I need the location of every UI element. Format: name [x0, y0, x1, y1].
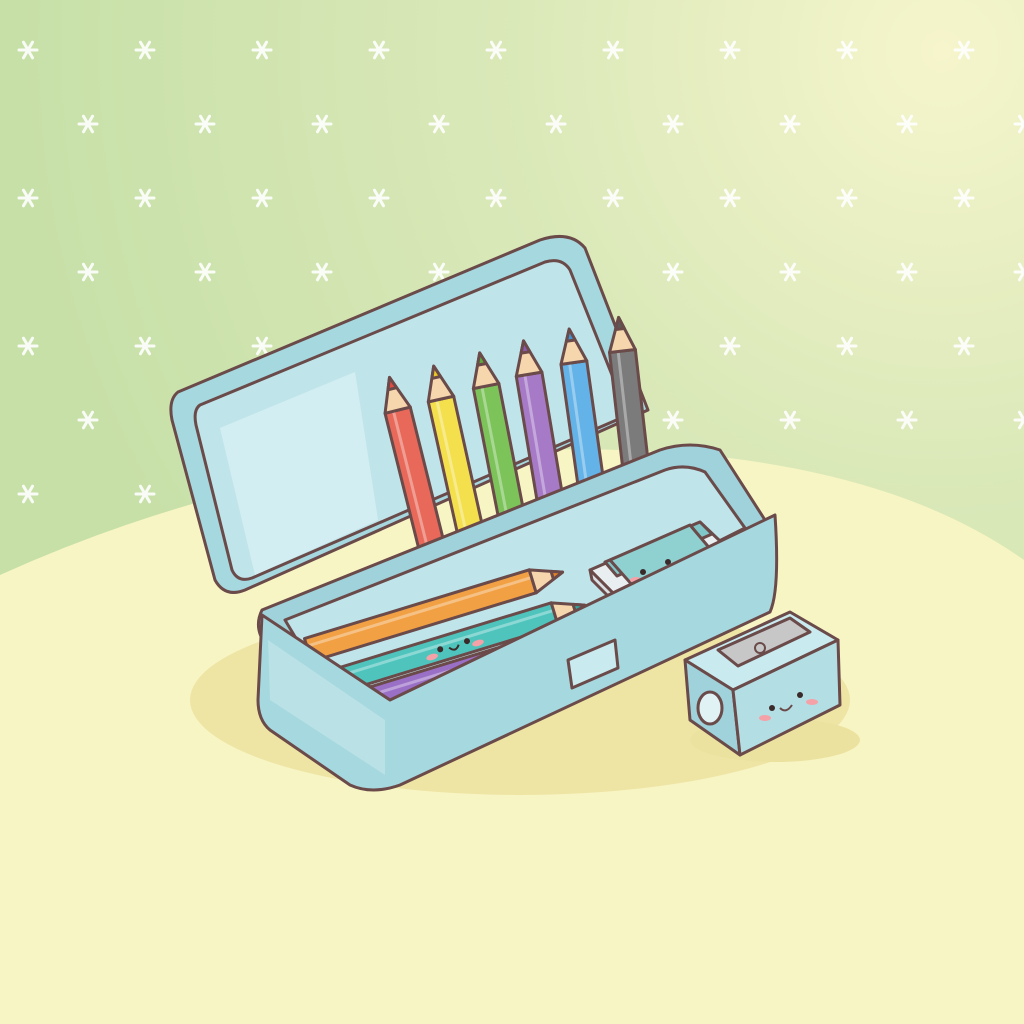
pencil-case-illustration — [0, 0, 1024, 1024]
illustration-stage — [0, 0, 1024, 1024]
